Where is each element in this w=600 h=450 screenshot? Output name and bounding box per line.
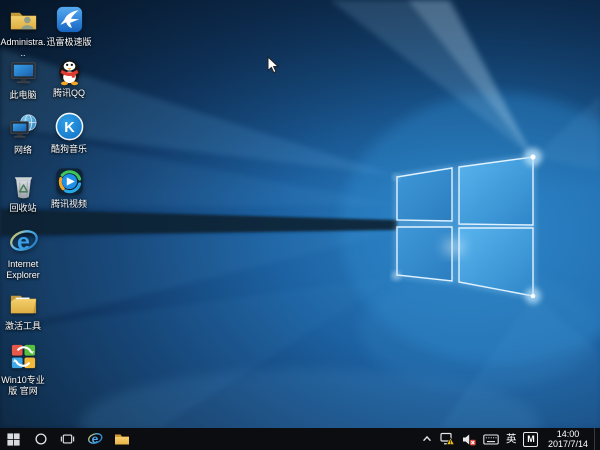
taskbar-file-explorer-button[interactable]	[108, 428, 135, 450]
ime-mode-badge: M	[523, 432, 538, 447]
clock-time: 14:00	[548, 429, 588, 439]
tray-clock[interactable]: 14:00 2017/7/14	[542, 429, 594, 449]
desktop-icon-activation-tool[interactable]: 激活工具	[0, 288, 46, 332]
touch-keyboard-button[interactable]	[479, 428, 502, 450]
touch-keyboard-icon	[483, 433, 499, 446]
taskbar-ie-button[interactable]: e	[81, 428, 108, 450]
user-folder-icon	[8, 4, 39, 35]
taskbar: e	[0, 428, 600, 450]
folder-icon	[8, 288, 39, 319]
desktop-icon-thunder-speed[interactable]: 迅雷极速版	[46, 4, 92, 48]
desktop-icon-label: 此电脑	[9, 90, 36, 101]
volume-button[interactable]	[458, 428, 479, 450]
kugou-k-circle-icon: K	[54, 111, 85, 142]
chevron-up-icon	[421, 433, 433, 445]
desktop-icon-administrator[interactable]: Administra...	[0, 4, 46, 59]
network-warning-icon	[440, 432, 455, 446]
hidden-icons-chevron-button[interactable]	[417, 428, 436, 450]
network-status-button[interactable]	[436, 428, 458, 450]
computer-monitor-icon	[8, 57, 39, 88]
desktop-icon-label: 腾讯视频	[51, 199, 87, 210]
start-button[interactable]	[0, 428, 27, 450]
network-globe-icon	[8, 112, 39, 143]
desktop-icon-label: 迅雷极速版	[46, 37, 91, 48]
desktop-icon-kugou-music[interactable]: K 酷狗音乐	[46, 111, 92, 155]
thunder-bird-icon	[54, 4, 85, 35]
desktop-icon-tencent-video[interactable]: 腾讯视频	[46, 166, 92, 210]
desktop-icon-label: 回收站	[9, 203, 36, 214]
svg-text:K: K	[64, 120, 75, 136]
desktop-icon-tencent-qq[interactable]: 腾讯QQ	[46, 55, 92, 99]
desktop-icon-internet-explorer[interactable]: e Internet Explorer	[0, 226, 46, 281]
ime-mode-button[interactable]: M	[520, 428, 542, 450]
system-tray: 英 M 14:00 2017/7/14	[417, 428, 600, 450]
desktop-icon-label: Win10专业版 官网	[0, 375, 49, 397]
desktop-icon-label: 腾讯QQ	[53, 88, 85, 99]
desktop-icon-win10-pro-site[interactable]: Win10专业版 官网	[0, 342, 51, 397]
internet-explorer-icon: e	[87, 431, 103, 447]
cortana-search-button[interactable]	[27, 428, 54, 450]
desktop-icon-label: Internet Explorer	[0, 259, 46, 281]
task-view-button[interactable]	[54, 428, 81, 450]
volume-muted-icon	[462, 433, 476, 446]
desktop[interactable]: Administra... 此电脑 网络	[0, 0, 600, 428]
desktop-icon-label: 激活工具	[5, 321, 41, 332]
input-language-indicator[interactable]: 英	[502, 428, 520, 450]
desktop-icon-this-pc[interactable]: 此电脑	[0, 57, 46, 101]
qq-penguin-icon	[54, 55, 85, 86]
desktop-icon-label: Administra...	[0, 37, 46, 59]
cortana-circle-icon	[34, 432, 48, 446]
desktop-icon-label: 酷狗音乐	[51, 144, 87, 155]
task-view-icon	[60, 432, 75, 446]
recycle-bin-icon	[8, 170, 39, 201]
desktop-icon-label: 网络	[14, 145, 32, 156]
desktop-icon-network[interactable]: 网络	[0, 112, 46, 156]
tencent-video-play-icon	[54, 166, 85, 197]
screen: Administra... 此电脑 网络	[0, 0, 600, 450]
windows-logo-icon	[7, 433, 20, 446]
win10-colored-squares-icon	[8, 342, 39, 373]
file-explorer-folder-icon	[114, 432, 130, 446]
desktop-icon-recycle-bin[interactable]: 回收站	[0, 170, 46, 214]
clock-date: 2017/7/14	[548, 439, 588, 449]
internet-explorer-icon: e	[8, 226, 39, 257]
show-desktop-button[interactable]	[594, 428, 600, 450]
